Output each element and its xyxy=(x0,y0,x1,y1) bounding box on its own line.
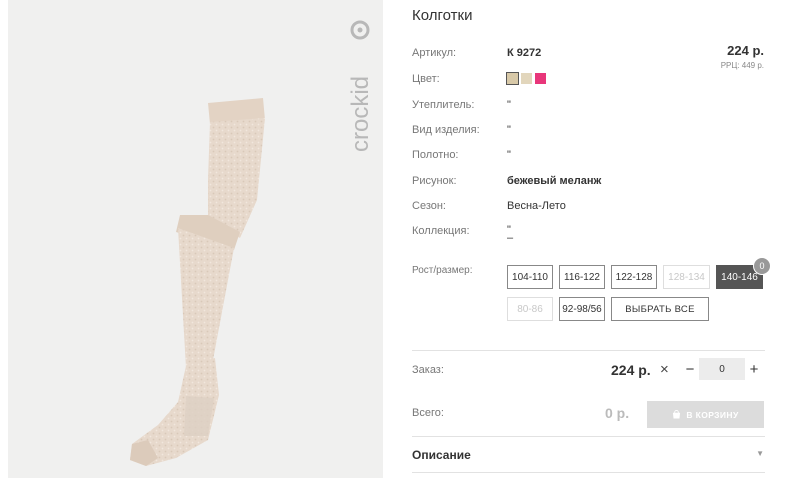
select-all-sizes-button[interactable]: ВЫБРАТЬ ВСЕ xyxy=(611,297,709,321)
divider xyxy=(412,350,765,351)
order-price: 224 р. xyxy=(611,362,651,378)
times-icon: × xyxy=(660,361,669,378)
product-info: Колготки Артикул: К 9272 224 р. РРЦ: 449… xyxy=(412,0,771,478)
product-price: 224 р. xyxy=(727,43,764,58)
size-option[interactable]: 128-134 xyxy=(663,265,710,289)
crockid-logo-icon: crockid xyxy=(347,20,374,152)
brand-logo-text: crockid xyxy=(347,76,374,152)
fabric-label: Полотно: xyxy=(412,149,459,161)
article-label: Артикул: xyxy=(412,47,457,59)
product-image xyxy=(130,98,265,466)
product-title: Колготки xyxy=(412,7,473,24)
size-option[interactable]: 92-98/56 xyxy=(559,297,605,321)
item-type-value: " xyxy=(507,124,511,136)
fabric-value: " xyxy=(507,149,511,161)
color-label: Цвет: xyxy=(412,73,440,85)
color-swatch-beige-light[interactable] xyxy=(521,73,532,84)
total-label: Всего: xyxy=(412,407,444,419)
season-value: Весна-Лето xyxy=(507,200,566,212)
product-image-panel[interactable]: crockid xyxy=(8,0,383,478)
product-rrp: РРЦ: 449 р. xyxy=(720,61,764,70)
brand-logo: crockid xyxy=(346,18,376,158)
chevron-down-icon[interactable]: ▼ xyxy=(756,449,764,458)
color-swatches xyxy=(506,72,546,85)
size-option[interactable]: 122-128 xyxy=(611,265,657,289)
insulation-value: " xyxy=(507,99,511,111)
pattern-value: бежевый меланж xyxy=(507,175,602,187)
quantity-decrease-button[interactable]: − xyxy=(684,361,696,378)
quantity-increase-button[interactable]: + xyxy=(748,361,760,378)
total-value: 0 р. xyxy=(605,405,630,421)
color-swatch-beige-dark[interactable] xyxy=(506,72,519,85)
quantity-input[interactable] xyxy=(699,358,745,380)
description-title[interactable]: Описание xyxy=(412,448,471,462)
item-type-label: Вид изделия: xyxy=(412,124,480,136)
size-label: Рост/размер: xyxy=(412,265,473,276)
order-label: Заказ: xyxy=(412,364,444,376)
size-count-badge: 0 xyxy=(753,257,771,275)
add-to-cart-button[interactable]: В КОРЗИНУ xyxy=(647,401,764,428)
insulation-label: Утеплитель: xyxy=(412,99,475,111)
season-label: Сезон: xyxy=(412,200,446,212)
pattern-label: Рисунок: xyxy=(412,175,457,187)
color-swatch-pink[interactable] xyxy=(535,73,546,84)
divider xyxy=(412,472,765,473)
add-to-cart-label: В КОРЗИНУ xyxy=(686,409,739,420)
collection-value-dash: – xyxy=(507,232,514,244)
size-option[interactable]: 116-122 xyxy=(559,265,605,289)
size-option[interactable]: 104-110 xyxy=(507,265,553,289)
bag-icon xyxy=(672,410,681,419)
size-option[interactable]: 80-86 xyxy=(507,297,553,321)
divider xyxy=(412,436,765,437)
collection-label: Коллекция: xyxy=(412,225,470,237)
article-value: К 9272 xyxy=(507,47,542,59)
